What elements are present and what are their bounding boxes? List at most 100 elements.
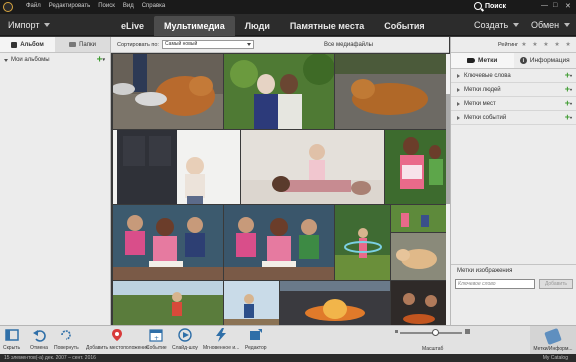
event-icon: + [149, 329, 163, 342]
tab-albums[interactable]: Альбом [0, 37, 55, 52]
menu-file[interactable]: Файл [26, 3, 41, 9]
my-albums-label: Мои альбомы [11, 57, 50, 63]
photo-thumbnail[interactable] [391, 281, 446, 325]
tab-albums-label: Альбом [20, 41, 44, 48]
collapse-triangle-icon[interactable] [4, 58, 8, 62]
photo-dog-shoes [113, 54, 223, 129]
undo-button[interactable]: Отмена [30, 328, 48, 351]
rotate-button[interactable]: Повернуть [54, 328, 79, 351]
tag-group-label: Ключевые слова [464, 72, 511, 79]
photo-dog-grass [391, 233, 446, 280]
photo-thumbnail[interactable] [391, 233, 446, 280]
photo-family-cake-2 [224, 205, 334, 280]
tags-info-label: Метки/Информ... [533, 345, 573, 352]
photo-thumbnail[interactable] [113, 281, 223, 325]
rating-stars[interactable]: ★ ★ ★ ★ ★ [521, 41, 573, 48]
photo-girl-dress [385, 130, 446, 204]
photo-thumbnail[interactable] [113, 205, 223, 280]
close-icon[interactable]: ✕ [565, 2, 571, 10]
keyword-input[interactable]: Ключевое слово [455, 279, 535, 289]
add-keyword-button[interactable]: +▾ [565, 70, 572, 80]
expand-triangle-icon[interactable] [457, 73, 460, 78]
hide-panel-button[interactable]: Скрыть [3, 328, 20, 351]
rating-label: Рейтинг [498, 41, 519, 48]
photo-thumbnail[interactable] [335, 54, 446, 129]
my-albums-header[interactable]: Мои альбомы +▾ [0, 53, 110, 67]
album-icon [11, 41, 18, 48]
tab-folders-label: Папки [79, 41, 96, 48]
tab-tags[interactable]: Метки [451, 53, 514, 68]
tag-icon [467, 58, 476, 63]
zoom-out-icon[interactable] [395, 330, 398, 333]
sort-value: Самый новый [165, 41, 198, 47]
photo-thumbnail[interactable] [335, 205, 390, 280]
tab-events[interactable]: События [374, 16, 434, 36]
rotate-label: Повернуть [54, 345, 79, 351]
slideshow-button[interactable]: Слайд-шоу [172, 328, 198, 351]
minimize-icon[interactable]: — [541, 2, 548, 9]
tab-media[interactable]: Мультимедиа [154, 16, 235, 36]
menu-view[interactable]: Вид [123, 3, 134, 9]
expand-triangle-icon[interactable] [457, 101, 460, 106]
right-panel: Рейтинг ★ ★ ★ ★ ★ Метки i Информация Клю… [450, 37, 576, 325]
undo-icon [32, 330, 46, 342]
sort-dropdown[interactable]: Самый новый [162, 40, 254, 49]
menu-find[interactable]: Поиск [98, 3, 115, 9]
expand-triangle-icon[interactable] [457, 115, 460, 120]
image-tags-label: Метки изображения [457, 268, 513, 274]
chevron-down-icon [247, 43, 251, 46]
tab-folders[interactable]: Папки [55, 37, 110, 52]
share-button[interactable]: Обмен [531, 20, 571, 30]
instant-fix-button[interactable]: Мгновенное и... [203, 328, 239, 351]
add-people-tag-button[interactable]: +▾ [565, 84, 572, 94]
menu-help[interactable]: Справка [142, 3, 166, 9]
editor-button[interactable]: Редактор [245, 328, 267, 351]
photo-thumbnail[interactable] [280, 281, 390, 325]
tag-group-people[interactable]: Метки людей +▾ [451, 83, 576, 97]
zoom-slider-handle[interactable] [432, 329, 439, 336]
tab-elive[interactable]: eLive [111, 16, 154, 36]
photo-thumbnail[interactable] [224, 205, 334, 280]
left-panel: Альбом Папки Мои альбомы +▾ [0, 37, 111, 325]
photo-thumbnail[interactable] [385, 130, 446, 204]
tab-info[interactable]: i Информация [514, 53, 576, 68]
app-logo-icon [3, 2, 13, 12]
chevron-down-icon [564, 23, 571, 27]
tags-info-button[interactable]: Метки/Информ... [530, 326, 576, 355]
search-button[interactable]: Поиск [474, 2, 506, 10]
media-grid [113, 54, 446, 325]
add-event-tag-button[interactable]: +▾ [565, 112, 572, 122]
add-location-label: Добавить местоположение [86, 345, 149, 351]
add-album-button[interactable]: +▾ [97, 55, 105, 66]
event-button[interactable]: + Событие [146, 328, 167, 351]
chevron-down-icon [44, 23, 51, 27]
expand-triangle-icon[interactable] [457, 87, 460, 92]
event-label: Событие [146, 345, 167, 351]
slideshow-label: Слайд-шоу [172, 345, 198, 351]
menu-edit[interactable]: Редактировать [49, 3, 90, 9]
add-location-button[interactable]: Добавить местоположение [86, 328, 149, 351]
add-tag-button[interactable]: Добавить [539, 279, 573, 289]
photo-thumbnail[interactable] [113, 130, 240, 204]
photo-dog-lying [335, 54, 446, 129]
photo-thumbnail[interactable] [241, 130, 384, 204]
tag-group-keywords[interactable]: Ключевые слова +▾ [451, 69, 576, 83]
photo-thumbnail[interactable] [113, 54, 223, 129]
play-icon [178, 328, 192, 342]
photo-thumbnail[interactable] [224, 54, 334, 129]
import-button[interactable]: Импорт [8, 20, 51, 30]
create-button[interactable]: Создать [474, 20, 520, 30]
chevron-down-icon [513, 23, 520, 27]
add-place-tag-button[interactable]: +▾ [565, 98, 572, 108]
photo-thumbnail[interactable] [391, 205, 446, 232]
tab-people[interactable]: Люди [235, 16, 280, 36]
photo-kid-sky [224, 281, 279, 325]
photo-thumbnail[interactable] [224, 281, 279, 325]
zoom-slider[interactable] [400, 329, 462, 336]
maximize-icon[interactable]: □ [553, 2, 557, 9]
tag-group-places[interactable]: Метки мест +▾ [451, 97, 576, 111]
tab-places[interactable]: Памятные места [280, 16, 374, 36]
tag-group-events[interactable]: Метки событий +▾ [451, 111, 576, 125]
zoom-in-icon[interactable] [465, 329, 470, 334]
share-label: Обмен [531, 20, 560, 30]
